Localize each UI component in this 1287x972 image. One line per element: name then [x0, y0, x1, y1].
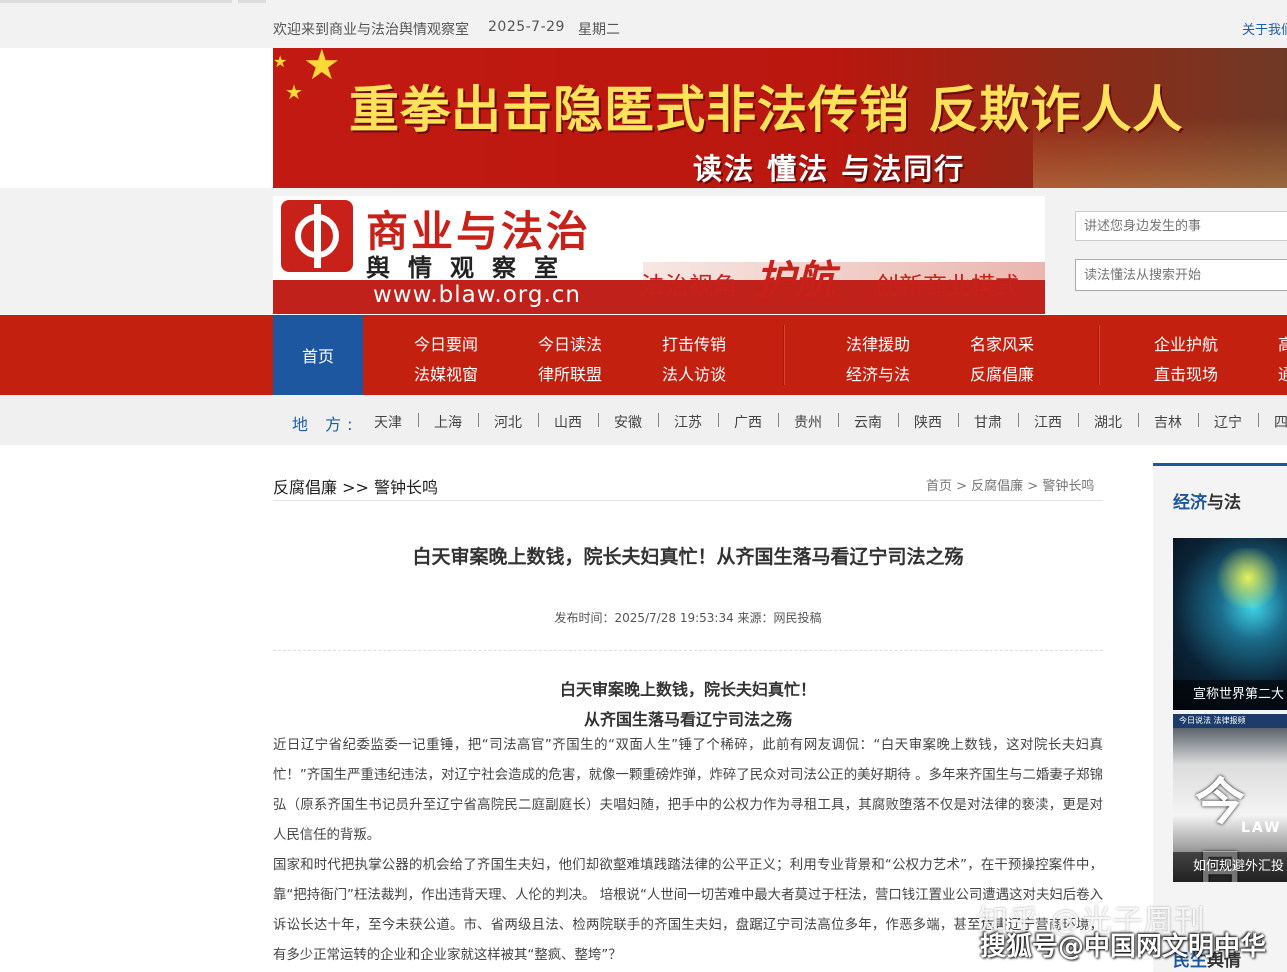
search-input[interactable]: [1075, 259, 1287, 291]
region-separator: [418, 413, 419, 427]
region-item[interactable]: 贵州: [794, 412, 822, 432]
about-link[interactable]: 关于我们: [1242, 19, 1287, 38]
top-search-button[interactable]: [238, 0, 266, 3]
breadcrumb[interactable]: 首页 > 反腐倡廉 > 警钟长鸣: [926, 475, 1094, 494]
region-item[interactable]: 甘肃: [974, 412, 1002, 432]
current-date: 2025-7-29: [488, 19, 565, 35]
region-item[interactable]: 四: [1274, 412, 1287, 432]
region-item[interactable]: 河北: [494, 412, 522, 432]
top-bar: [0, 0, 1287, 48]
slogan-part-c: 创新商业模式: [875, 272, 1019, 300]
divider: [273, 500, 1103, 501]
slogan-part-a: 法治视角: [641, 272, 737, 300]
welcome-text: 欢迎来到商业与法治舆情观察室: [273, 22, 469, 38]
banner-subtitle: 读法 懂法 与法同行: [693, 152, 966, 186]
star-icon: ★: [285, 80, 303, 104]
region-separator: [1258, 413, 1259, 427]
top-banner[interactable]: ★ ★ ★ 重拳出击隐匿式非法传销 反欺诈人人 读法 懂法 与法同行: [273, 48, 1287, 188]
article-subtitle: 白天审案晚上数钱，院长夫妇真忙！: [559, 680, 816, 699]
nav-item[interactable]: 法媒视窗: [414, 361, 478, 385]
top-search-box[interactable]: [0, 0, 232, 3]
sidebar-title[interactable]: 经济与法: [1173, 488, 1241, 513]
region-separator: [1138, 413, 1139, 427]
logo-mark-icon: [281, 200, 353, 272]
main-nav: [0, 315, 1287, 395]
logo-subtitle: 舆情观察室: [366, 253, 576, 282]
news-thumbnail[interactable]: 宣称世界第二大: [1173, 538, 1287, 710]
thumbnail-caption[interactable]: 如何规避外汇投: [1173, 852, 1287, 882]
article-subtitle: 从齐国生落马看辽宁司法之殇: [583, 710, 792, 729]
thumbnail-law-text: LAW: [1241, 820, 1282, 836]
sidebar-title-rest: 与法: [1207, 493, 1241, 513]
nav-item[interactable]: 法人访谈: [662, 361, 726, 385]
region-item[interactable]: 安徽: [614, 412, 642, 432]
region-separator: [898, 413, 899, 427]
region-separator: [1018, 413, 1019, 427]
logo-url: www.blaw.org.cn: [373, 282, 581, 308]
region-item[interactable]: 天津: [374, 412, 402, 432]
slogan-part-b: 护航: [755, 257, 835, 304]
nav-item[interactable]: 通: [1278, 361, 1287, 385]
region-item[interactable]: 江西: [1034, 412, 1062, 432]
nav-item[interactable]: 今日读法: [538, 331, 602, 355]
region-label: 地 方:: [292, 415, 359, 434]
section-breadcrumb[interactable]: 反腐倡廉 >> 警钟长鸣: [273, 474, 438, 498]
region-separator: [1078, 413, 1079, 427]
nav-divider: [783, 325, 785, 385]
star-icon: ★: [273, 52, 288, 71]
nav-item[interactable]: 法律援助: [846, 331, 910, 355]
region-separator: [598, 413, 599, 427]
region-item[interactable]: 山西: [554, 412, 582, 432]
article-title: 白天审案晚上数钱，院长夫妇真忙！从齐国生落马看辽宁司法之殇: [412, 546, 964, 568]
region-separator: [478, 413, 479, 427]
region-item[interactable]: 江苏: [674, 412, 702, 432]
nav-home[interactable]: 首页: [273, 315, 363, 395]
region-separator: [838, 413, 839, 427]
star-icon: ★: [303, 48, 341, 89]
nav-divider: [1098, 325, 1100, 385]
thumbnail-caption[interactable]: 宣称世界第二大: [1173, 680, 1287, 710]
region-item[interactable]: 广西: [734, 412, 762, 432]
watermark-sohu: 搜狐号@中国网文明中华: [980, 932, 1267, 962]
region-separator: [718, 413, 719, 427]
nav-item[interactable]: 企业护航: [1154, 331, 1218, 355]
region-item[interactable]: 陕西: [914, 412, 942, 432]
current-weekday: 星期二: [578, 22, 620, 38]
region-item[interactable]: 吉林: [1154, 412, 1182, 432]
nav-item[interactable]: 直击现场: [1154, 361, 1218, 385]
site-logo[interactable]: 商业与法治 舆情观察室 www.blaw.org.cn 法治视角 护航 创新商业…: [273, 196, 1045, 314]
region-separator: [538, 413, 539, 427]
region-separator: [658, 413, 659, 427]
nav-item[interactable]: 今日要闻: [414, 331, 478, 355]
nav-item[interactable]: 律所联盟: [538, 361, 602, 385]
thumbnail-header: 今日说法 法律报频: [1173, 714, 1287, 728]
article-paragraph: 近日辽宁省纪委监委一记重锤，把“司法高官”齐国生的“双面人生”锤了个稀碎，此前有…: [273, 738, 1103, 843]
story-input[interactable]: [1075, 211, 1287, 241]
region-separator: [1198, 413, 1199, 427]
news-thumbnail[interactable]: 今日说法 法律报频 今日 LAW 如何规避外汇投: [1173, 714, 1287, 882]
nav-item[interactable]: 反腐倡廉: [970, 361, 1034, 385]
region-item[interactable]: 辽宁: [1214, 412, 1242, 432]
article-meta: 发布时间：2025/7/28 19:53:34 来源：网民投稿: [554, 611, 822, 625]
nav-item[interactable]: 名家风采: [970, 331, 1034, 355]
nav-item[interactable]: 经济与法: [846, 361, 910, 385]
region-separator: [958, 413, 959, 427]
nav-item[interactable]: 打击传销: [662, 331, 726, 355]
banner-title: 重拳出击隐匿式非法传销 反欺诈人人: [349, 80, 1184, 139]
region-item[interactable]: 湖北: [1094, 412, 1122, 432]
sidebar-title-highlight: 经济: [1173, 493, 1207, 513]
region-item[interactable]: 云南: [854, 412, 882, 432]
region-separator: [778, 413, 779, 427]
divider: [273, 650, 1103, 651]
nav-item[interactable]: 高: [1278, 331, 1287, 355]
region-item[interactable]: 上海: [434, 412, 462, 432]
